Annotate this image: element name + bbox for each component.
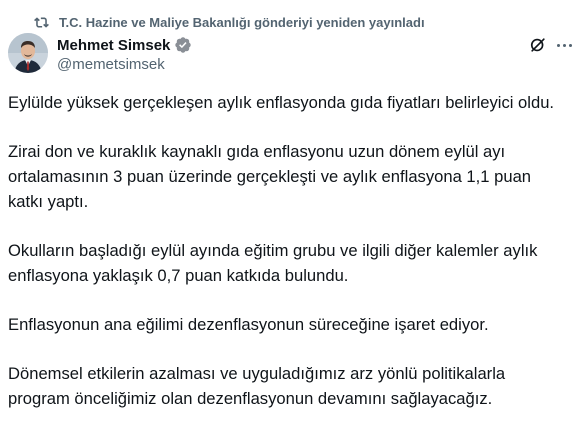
author-block[interactable]: Mehmet Simsek @memetsimsek [57, 35, 192, 76]
tweet-paragraph-5: Dönemsel etkilerin azalması ve uyguladığ… [8, 364, 506, 408]
more-dot [568, 43, 572, 47]
repost-icon [34, 16, 49, 28]
tweet-paragraph-3: Okulların başladığı eylül ayında eğitim … [8, 241, 538, 285]
author-handle[interactable]: @memetsimsek [57, 56, 192, 76]
avatar-image [8, 33, 48, 73]
more-dot [562, 43, 566, 47]
tweet-paragraph-2: Zirai don ve kuraklık kaynaklı gıda enfl… [8, 142, 532, 211]
grok-button[interactable] [527, 34, 549, 56]
repost-indicator[interactable]: T.C. Hazine ve Maliye Bakanlığı gönderiy… [34, 13, 425, 31]
author-name[interactable]: Mehmet Simsek [57, 37, 170, 54]
tweet-text: Eylülde yüksek gerçekleşen aylık enflasy… [8, 90, 570, 435]
tweet-paragraph-4: Enflasyonun ana eğilimi dezenflasyonun s… [8, 315, 489, 334]
more-dots-icon [556, 43, 560, 47]
repost-text: T.C. Hazine ve Maliye Bakanlığı gönderiy… [59, 14, 425, 30]
verified-badge-icon[interactable] [174, 36, 192, 54]
more-options-button[interactable] [553, 34, 575, 56]
avatar[interactable] [8, 33, 48, 73]
grok-icon [530, 38, 545, 52]
tweet-paragraph-1: Eylülde yüksek gerçekleşen aylık enflasy… [8, 93, 555, 112]
